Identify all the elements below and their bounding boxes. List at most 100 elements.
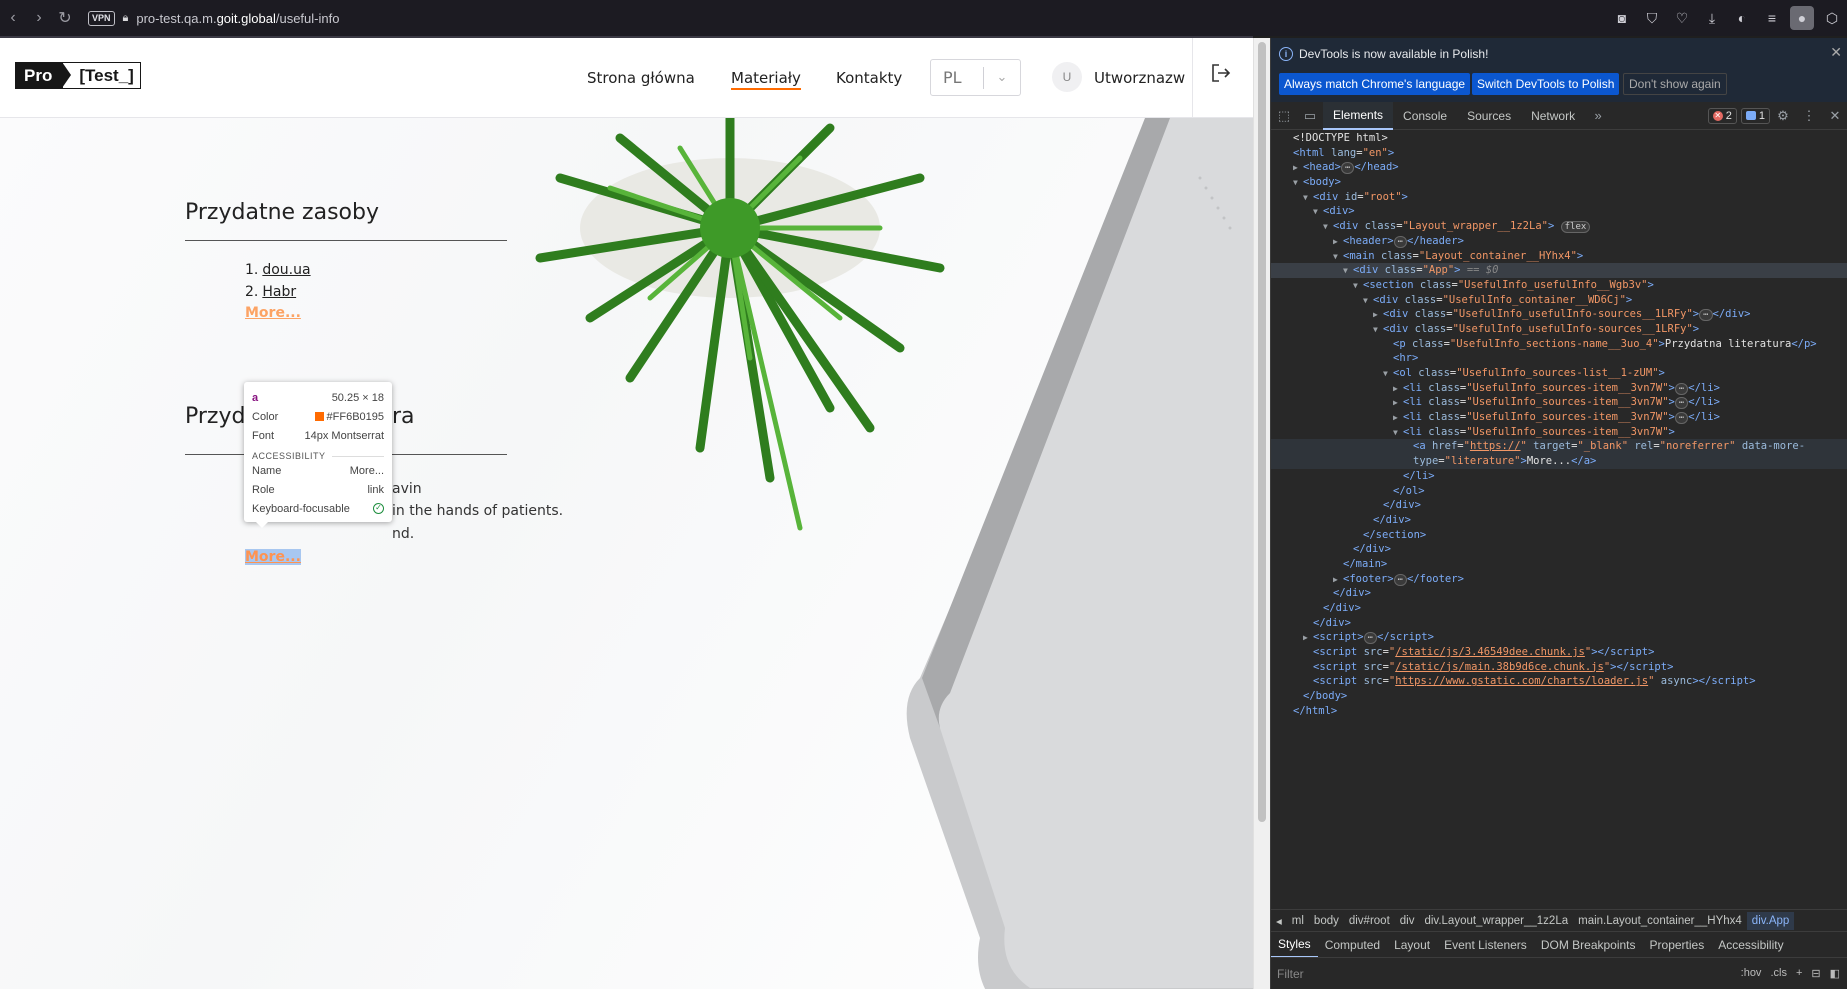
styles-tab[interactable]: Event Listeners — [1437, 932, 1534, 958]
dom-node[interactable]: <!DOCTYPE html> — [1271, 131, 1847, 146]
dom-node[interactable]: </div> — [1271, 498, 1847, 513]
switch-polish-button[interactable]: Switch DevTools to Polish — [1472, 73, 1620, 95]
reload-icon[interactable]: ↻ — [52, 5, 78, 31]
styles-tab[interactable]: DOM Breakpoints — [1534, 932, 1643, 958]
close-icon[interactable]: ✕ — [1830, 44, 1842, 61]
dom-node[interactable]: </body> — [1271, 689, 1847, 704]
dom-node[interactable]: ▼ <main class="Layout_container__HYhx4"> — [1271, 249, 1847, 264]
language-select[interactable]: PL ⌄ — [930, 59, 1021, 96]
message-count[interactable]: 1 — [1740, 107, 1770, 124]
dom-node[interactable]: <p class="UsefulInfo_sections-name__3uo_… — [1271, 337, 1847, 352]
cube-icon[interactable]: ⬡ — [1817, 3, 1847, 33]
page-scrollbar[interactable] — [1253, 38, 1270, 989]
breadcrumb-item[interactable]: div.App — [1746, 911, 1795, 930]
dom-node[interactable]: </div> — [1271, 616, 1847, 631]
tab-console[interactable]: Console — [1393, 102, 1457, 130]
address-bar[interactable]: pro-test.qa.m.goit.global/useful-info — [136, 11, 339, 26]
dom-node[interactable]: </main> — [1271, 557, 1847, 572]
styles-tab[interactable]: Layout — [1387, 932, 1437, 958]
more-link-literature[interactable]: More... — [245, 549, 301, 565]
dom-node[interactable]: ▼ <div class="App"> == $0 — [1271, 263, 1847, 278]
dom-node[interactable]: <script src="/static/js/3.46549dee.chunk… — [1271, 645, 1847, 660]
breadcrumb-item[interactable]: div#root — [1344, 915, 1395, 927]
breadcrumb-item[interactable]: ml — [1287, 915, 1309, 927]
shield-icon[interactable]: ⛉ — [1637, 3, 1667, 33]
logout-icon[interactable] — [1210, 62, 1232, 84]
dom-node[interactable]: ▶ <li class="UsefulInfo_sources-item__3vn… — [1271, 381, 1847, 396]
dom-node[interactable]: </div> — [1271, 586, 1847, 601]
styles-tab[interactable]: Properties — [1643, 932, 1712, 958]
nav-home[interactable]: Strona główna — [587, 69, 695, 87]
dom-node[interactable]: ▶ <head> ⋯ </head> — [1271, 160, 1847, 175]
dom-node[interactable]: ▶ <li class="UsefulInfo_sources-item__3vn… — [1271, 395, 1847, 410]
resource-link-habr[interactable]: Habr — [262, 284, 296, 300]
computed-toggle-icon[interactable]: ⊟ — [1811, 967, 1820, 980]
gear-icon[interactable]: ⚙ — [1770, 108, 1796, 124]
camera-icon[interactable]: ◙ — [1607, 3, 1637, 33]
tab-elements[interactable]: Elements — [1323, 101, 1394, 130]
dom-node[interactable]: <script src="https://www.gstatic.com/cha… — [1271, 674, 1847, 689]
sidebar-toggle-icon[interactable]: ◧ — [1830, 967, 1840, 980]
styles-tab[interactable]: Accessibility — [1711, 932, 1790, 958]
dom-node[interactable]: ▼ <div> — [1271, 204, 1847, 219]
dom-node[interactable]: <hr> — [1271, 351, 1847, 366]
avatar[interactable]: U — [1052, 62, 1082, 92]
dom-node[interactable]: ▶ <footer> ⋯ </footer> — [1271, 572, 1847, 587]
dom-node[interactable]: </div> — [1271, 601, 1847, 616]
back-icon[interactable]: ‹ — [0, 5, 26, 31]
error-count[interactable]: ✕ 2 — [1707, 107, 1737, 124]
dom-node[interactable]: type="literature">More...</a> — [1271, 454, 1847, 469]
lock-icon[interactable]: 🔒︎ — [123, 12, 129, 25]
profile-icon[interactable]: ● — [1790, 6, 1814, 30]
dom-node[interactable]: ▼ <section class="UsefulInfo_usefulInfo__… — [1271, 278, 1847, 293]
dom-node[interactable]: </ol> — [1271, 484, 1847, 499]
more-link-resources[interactable]: More... — [245, 305, 301, 321]
toggle-icon[interactable]: ◐ — [1727, 3, 1757, 33]
cls-toggle[interactable]: .cls — [1770, 967, 1787, 980]
dom-node[interactable]: ▼ <li class="UsefulInfo_sources-item__3vn… — [1271, 425, 1847, 440]
logo[interactable]: Pro [Test_] — [15, 62, 141, 89]
dom-node[interactable]: ▶ <header> ⋯ </header> — [1271, 234, 1847, 249]
dom-tree[interactable]: <!DOCTYPE html> <html lang="en"> ▶ <head> ⋯ <… — [1271, 131, 1847, 891]
dom-node[interactable]: <a href="https://" target="_blank" rel="… — [1271, 439, 1847, 455]
dom-node[interactable]: ▼ <div id="root"> — [1271, 190, 1847, 205]
dom-node[interactable]: ▼ <div class="UsefulInfo_usefulInfo-sourc… — [1271, 322, 1847, 337]
breadcrumb-item[interactable]: div — [1395, 915, 1420, 927]
hov-toggle[interactable]: :hov — [1741, 967, 1762, 980]
dom-node[interactable]: ▼ <div class="Layout_wrapper__1z2La"> fle… — [1271, 219, 1847, 234]
device-icon[interactable]: ▭ — [1297, 108, 1323, 124]
dom-node[interactable]: ▶ <div class="UsefulInfo_usefulInfo-sourc… — [1271, 307, 1847, 322]
breadcrumb-item[interactable]: div.Layout_wrapper__1z2La — [1419, 915, 1573, 927]
menu-icon[interactable]: ≡ — [1757, 3, 1787, 33]
dom-node[interactable]: ▶ <script> ⋯ </script> — [1271, 630, 1847, 645]
nav-contacts[interactable]: Kontakty — [836, 69, 902, 87]
filter-input[interactable]: Filter — [1277, 967, 1304, 981]
dom-node[interactable]: </html> — [1271, 704, 1847, 719]
vpn-badge[interactable]: VPN — [88, 10, 115, 26]
download-icon[interactable]: ⤓ — [1697, 3, 1727, 33]
breadcrumb-item[interactable]: body — [1309, 915, 1344, 927]
breadcrumb-item[interactable]: main.Layout_container__HYhx4 — [1573, 915, 1747, 927]
close-devtools-icon[interactable]: ✕ — [1822, 108, 1847, 124]
more-tabs-icon[interactable]: » — [1585, 108, 1611, 123]
dom-node[interactable]: ▼ <body> — [1271, 175, 1847, 190]
dom-node[interactable]: </section> — [1271, 528, 1847, 543]
tab-network[interactable]: Network — [1521, 102, 1585, 130]
match-language-button[interactable]: Always match Chrome's language — [1279, 73, 1471, 95]
dom-node[interactable]: </div> — [1271, 542, 1847, 557]
nav-materials[interactable]: Materiały — [731, 69, 801, 90]
scrollbar-thumb[interactable] — [1258, 42, 1266, 822]
dom-node[interactable]: ▼ <ol class="UsefulInfo_sources-list__1-z… — [1271, 366, 1847, 381]
add-rule-icon[interactable]: + — [1796, 967, 1802, 980]
dom-node[interactable]: </div> — [1271, 513, 1847, 528]
inspect-icon[interactable]: ⬚ — [1271, 108, 1297, 124]
dom-node[interactable]: <html lang="en"> — [1271, 146, 1847, 161]
tab-sources[interactable]: Sources — [1457, 102, 1521, 130]
dom-node[interactable]: </li> — [1271, 469, 1847, 484]
crumb-left-icon[interactable]: ◂ — [1271, 914, 1287, 928]
resource-link-dou[interactable]: dou.ua — [262, 262, 310, 278]
styles-tab[interactable]: Styles — [1271, 932, 1318, 958]
styles-tab[interactable]: Computed — [1318, 932, 1387, 958]
dom-node[interactable]: ▶ <li class="UsefulInfo_sources-item__3vn… — [1271, 410, 1847, 425]
heart-icon[interactable]: ♡ — [1667, 3, 1697, 33]
